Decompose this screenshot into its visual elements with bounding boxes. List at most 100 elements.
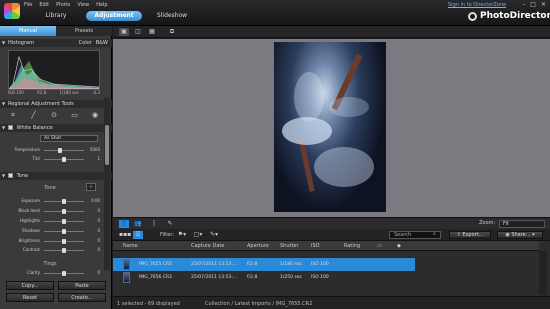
slider-thumb[interactable] (62, 219, 66, 224)
row-iso: ISO 100 (311, 262, 329, 267)
search-placeholder: Search (394, 232, 412, 238)
highlights-slider[interactable]: Highlights 0 (4, 218, 100, 225)
slider-track (44, 199, 84, 204)
shadows-value: 0 (97, 228, 100, 233)
row-date: 25/07/2011 13:53:… (191, 262, 238, 267)
panel-scrollbar[interactable] (104, 98, 110, 270)
regional-header[interactable]: ▼ Regional Adjustment Tools (0, 100, 112, 108)
table-row[interactable]: IMG_7656.CR2 25/07/2011 13:53:… f/2.8 1/… (113, 271, 415, 284)
row-thumbnail (123, 259, 130, 270)
slider-thumb[interactable] (62, 209, 66, 214)
info-shutter: 1/180 sec (59, 90, 79, 95)
column-name[interactable]: Name (123, 243, 138, 249)
tone-picker-icon[interactable]: ⊹ (86, 183, 96, 191)
slider-thumb[interactable] (62, 248, 66, 253)
slider-thumb[interactable] (62, 271, 66, 276)
panel-scrollbar-thumb[interactable] (105, 125, 109, 165)
crop-icon[interactable]: ⌗ (8, 111, 18, 119)
white-balance-header[interactable]: ▼ White Balance (0, 124, 112, 132)
tab-library[interactable]: Library (30, 11, 82, 21)
menu-edit[interactable]: Edit (39, 2, 49, 8)
column-shutter[interactable]: Shutter (280, 243, 299, 249)
clarity-slider[interactable]: Clarity 0 (4, 270, 100, 277)
histogram-bw-toggle[interactable]: B&W (96, 39, 108, 47)
comment-icon[interactable]: ▭ (377, 243, 382, 249)
histogram-color-toggle[interactable]: Color (79, 39, 92, 47)
slider-thumb[interactable] (62, 239, 66, 244)
brush-icon[interactable]: ╱ (29, 111, 39, 119)
slider-thumb[interactable] (62, 229, 66, 234)
column-aperture[interactable]: Aperture (247, 243, 269, 249)
column-iso[interactable]: ISO (311, 243, 320, 249)
tint-slider[interactable]: Tint 1 (4, 156, 100, 163)
brightness-value: 0 (97, 238, 100, 243)
black-level-slider[interactable]: Black level 0 (4, 208, 100, 215)
pencil-icon[interactable]: ✎ (165, 220, 175, 228)
contrast-slider[interactable]: Contrast 0 (4, 247, 100, 254)
menu-help[interactable]: Help (96, 2, 107, 8)
table-row[interactable]: IMG_7655.CR2 25/07/2011 13:53:… f/2.8 1/… (113, 258, 415, 271)
row-name: IMG_7655.CR2 (139, 262, 172, 267)
minimize-icon[interactable]: – (522, 1, 525, 8)
red-eye-icon[interactable]: ◉ (90, 111, 100, 119)
tab-slideshow[interactable]: Slideshow (146, 11, 198, 21)
column-capture-date[interactable]: Capture Date (191, 243, 224, 249)
menu-file[interactable]: File (24, 2, 32, 8)
slider-thumb[interactable] (62, 157, 66, 162)
column-rating[interactable]: Rating (344, 243, 360, 249)
slider-track (44, 148, 84, 153)
signin-link[interactable]: Sign in to DirectorZone (448, 2, 506, 8)
white-balance-checkbox[interactable] (8, 125, 13, 130)
collapse-triangle-icon: ▼ (2, 40, 6, 45)
histogram-header[interactable]: ▼ Histogram Color B&W (0, 39, 112, 47)
highlights-value: 0 (97, 218, 100, 223)
brand-name: PhotoDirector (480, 11, 550, 21)
export-button[interactable]: ⇪ Export... (449, 231, 491, 239)
list-view-icon[interactable]: ☰ (133, 231, 143, 239)
tab-adjustment[interactable]: Adjustment (86, 11, 142, 21)
zoom-select[interactable]: Fit (499, 220, 545, 228)
single-view-icon[interactable]: ▣ (119, 28, 129, 36)
menu-photo[interactable]: Photo (56, 2, 70, 8)
label-filter-icon[interactable]: □▾ (191, 231, 205, 239)
slider-thumb[interactable] (58, 148, 62, 153)
mode-tabs: Library Adjustment Slideshow (30, 11, 198, 21)
tone-checkbox[interactable] (8, 173, 13, 178)
photo-detail (314, 147, 374, 187)
tone-header[interactable]: ▼ Tone (0, 172, 112, 180)
white-balance-title: White Balance (16, 125, 53, 131)
exposure-slider[interactable]: Exposure 0.00 (4, 198, 100, 205)
tab-manual[interactable]: Manual (0, 26, 56, 36)
single-person-icon[interactable]: 👤 (119, 220, 129, 228)
spot-removal-icon[interactable]: ⊙ (49, 111, 59, 119)
grid-view-icon[interactable]: ▦ (147, 28, 157, 36)
tag-icon[interactable]: ◆ (397, 243, 401, 249)
temperature-slider[interactable]: Temperature 5000 (4, 147, 100, 154)
create-preset-button[interactable]: Create... (58, 293, 106, 302)
compare-view-icon[interactable]: ◫ (133, 28, 143, 36)
maximize-icon[interactable]: □ (530, 1, 536, 8)
close-icon[interactable]: ✕ (541, 1, 546, 8)
brightness-label: Brightness (18, 238, 40, 243)
shadows-slider[interactable]: Shadows 0 (4, 228, 100, 235)
second-display-icon[interactable]: ⧉ (167, 28, 177, 36)
reset-button[interactable]: Reset (6, 293, 54, 302)
histogram-modes: Color B&W (79, 39, 108, 47)
paste-button[interactable]: Paste (58, 281, 106, 290)
flag-filter-icon[interactable]: ⚑▾ (175, 231, 189, 239)
search-icon[interactable]: ⌕ (433, 231, 436, 237)
thumbnail-view-icon[interactable]: ▪▪▪ (119, 231, 131, 239)
menu-view[interactable]: View (77, 2, 89, 8)
people-icon[interactable]: 👥 (133, 220, 143, 228)
color-filter-icon[interactable]: ✎▾ (207, 231, 221, 239)
slider-thumb[interactable] (62, 199, 66, 204)
share-button[interactable]: ◉ Share... ▾ (497, 231, 543, 239)
white-balance-preset-select[interactable]: As Shot (40, 135, 98, 142)
brightness-slider[interactable]: Brightness 0 (4, 238, 100, 245)
tone-subheader: Tone (44, 185, 56, 191)
tab-presets[interactable]: Presets (56, 26, 112, 36)
row-shutter: 1/180 sec (280, 262, 302, 267)
gradient-mask-icon[interactable]: ▭ (70, 111, 80, 119)
table-scrollbar[interactable] (539, 251, 547, 295)
copy-button[interactable]: Copy... (6, 281, 54, 290)
